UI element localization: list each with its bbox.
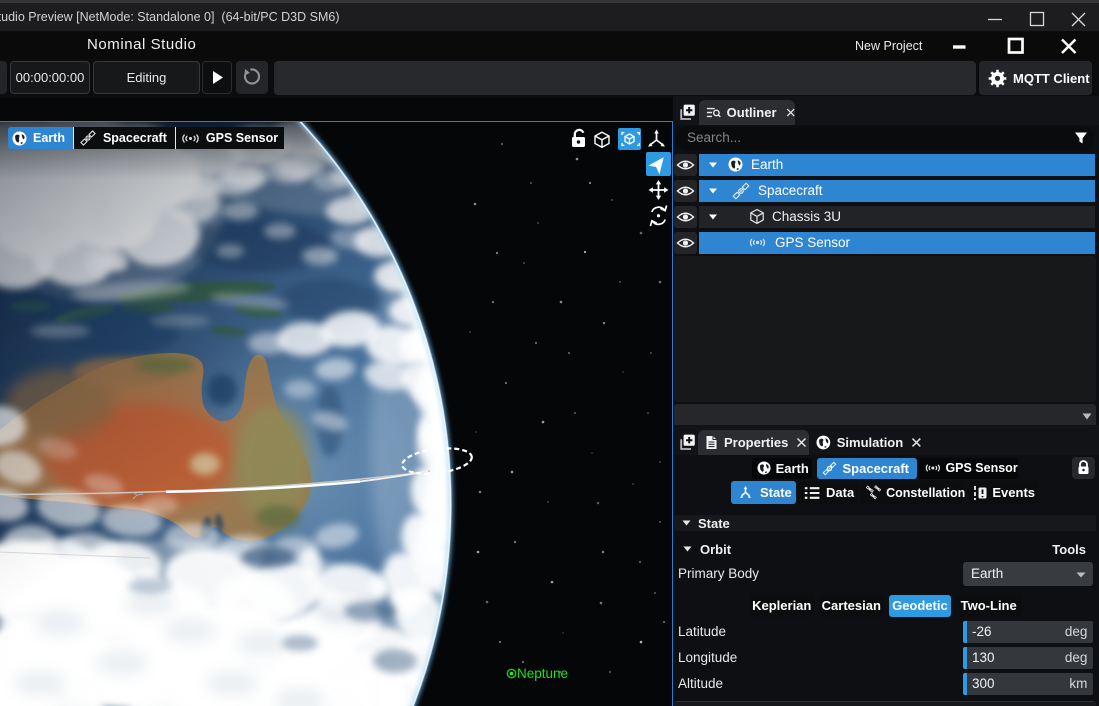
svg-text:Neptune: Neptune (517, 666, 568, 681)
